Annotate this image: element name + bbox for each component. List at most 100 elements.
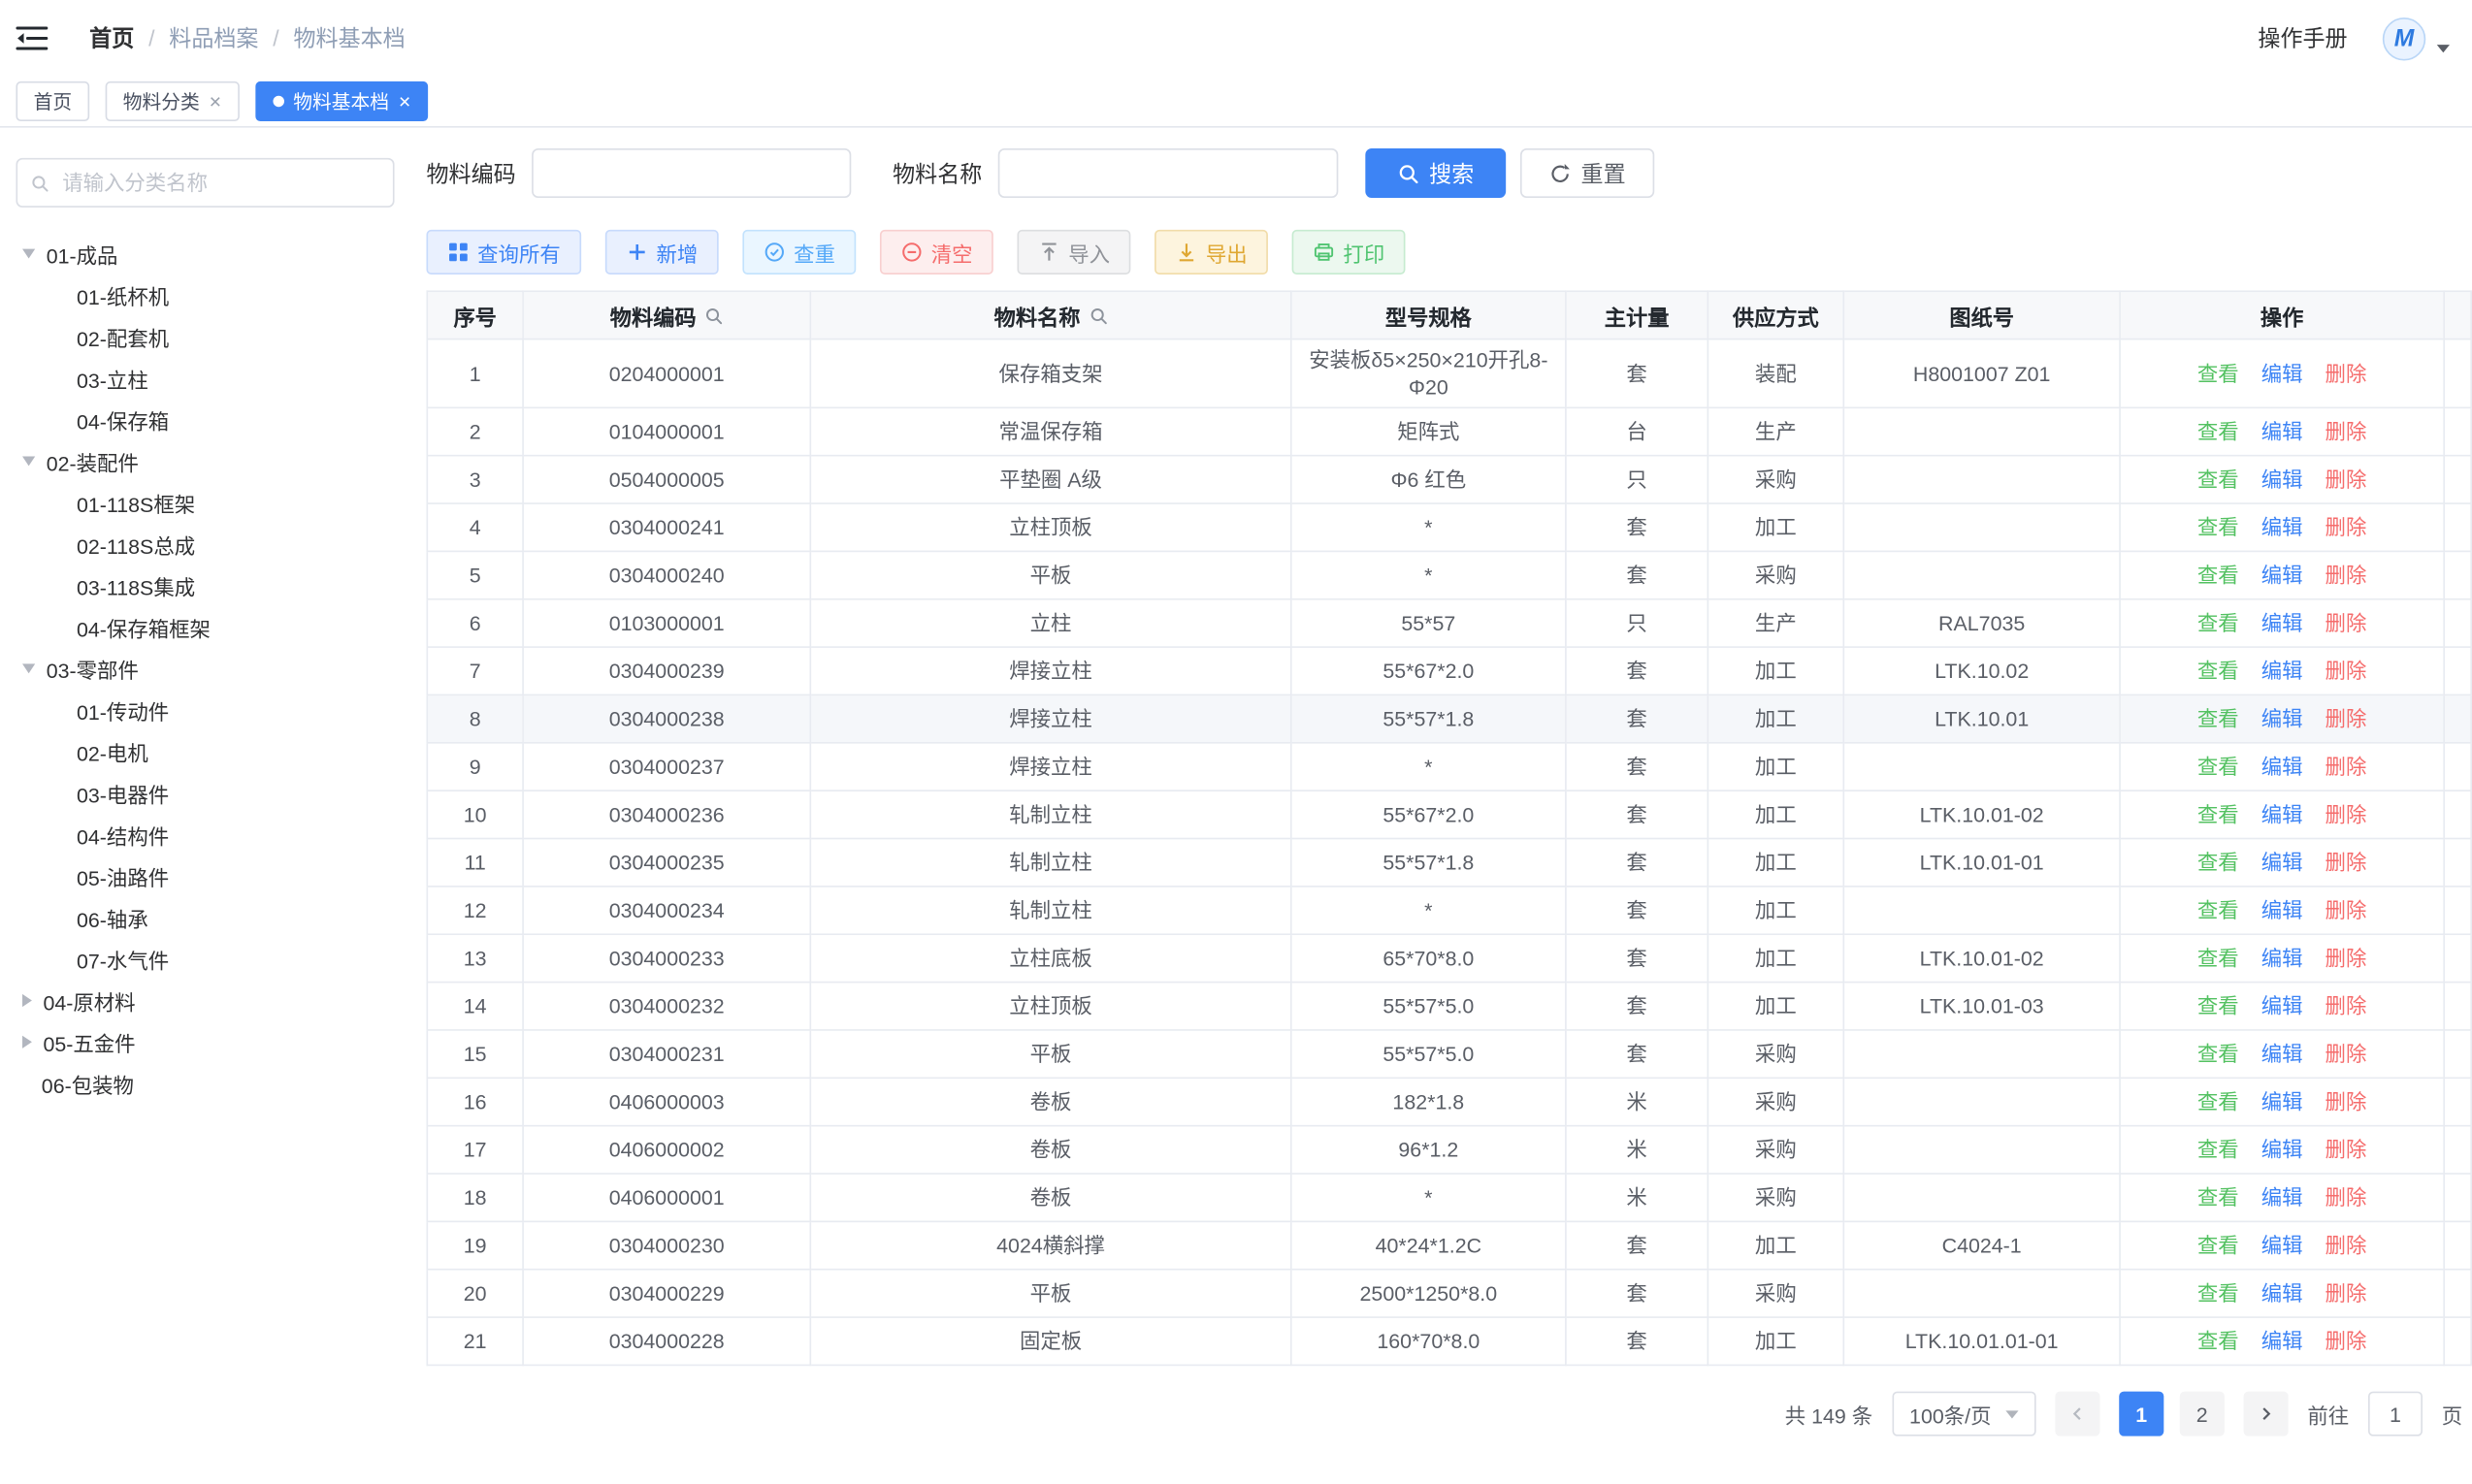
add-button[interactable]: 新增 (605, 230, 719, 274)
avatar[interactable]: M (2383, 16, 2425, 59)
edit-link[interactable]: 编辑 (2261, 659, 2303, 683)
edit-link[interactable]: 编辑 (2261, 803, 2303, 827)
table-row[interactable]: 130304000233立柱底板65*70*8.0套加工LTK.10.01-02… (427, 934, 2471, 982)
breadcrumb-home[interactable]: 首页 (89, 22, 134, 54)
table-row[interactable]: 210304000228固定板160*70*8.0套加工LTK.10.01.01… (427, 1317, 2471, 1365)
view-link[interactable]: 查看 (2197, 947, 2239, 971)
delete-link[interactable]: 删除 (2326, 1281, 2367, 1306)
edit-link[interactable]: 编辑 (2261, 611, 2303, 635)
caret-down-icon[interactable] (22, 663, 35, 673)
edit-link[interactable]: 编辑 (2261, 362, 2303, 386)
table-row[interactable]: 170406000002卷板96*1.2米采购查看编辑删除 (427, 1126, 2471, 1174)
view-link[interactable]: 查看 (2197, 994, 2239, 1018)
view-link[interactable]: 查看 (2197, 755, 2239, 779)
goto-page-input[interactable] (2368, 1392, 2423, 1436)
delete-link[interactable]: 删除 (2326, 898, 2367, 922)
delete-link[interactable]: 删除 (2326, 707, 2367, 731)
search-icon[interactable] (1089, 306, 1108, 325)
edit-link[interactable]: 编辑 (2261, 994, 2303, 1018)
delete-link[interactable]: 删除 (2326, 420, 2367, 444)
table-row[interactable]: 90304000237焊接立柱*套加工查看编辑删除 (427, 743, 2471, 790)
tab-material-master[interactable]: 物料基本档 × (255, 81, 429, 121)
delete-link[interactable]: 删除 (2326, 1042, 2367, 1066)
tree-node-child[interactable]: 02-配套机 (16, 316, 394, 358)
edit-link[interactable]: 编辑 (2261, 1185, 2303, 1210)
view-link[interactable]: 查看 (2197, 1138, 2239, 1162)
tab-material-category[interactable]: 物料分类 × (106, 81, 240, 121)
table-row[interactable]: 200304000229平板2500*1250*8.0套采购查看编辑删除 (427, 1270, 2471, 1317)
delete-link[interactable]: 删除 (2326, 1234, 2367, 1258)
delete-link[interactable]: 删除 (2326, 851, 2367, 875)
table-row[interactable]: 50304000240平板*套采购查看编辑删除 (427, 551, 2471, 598)
edit-link[interactable]: 编辑 (2261, 515, 2303, 539)
page-size-select[interactable]: 100条/页 (1892, 1392, 2036, 1436)
edit-link[interactable]: 编辑 (2261, 1281, 2303, 1306)
view-link[interactable]: 查看 (2197, 420, 2239, 444)
caret-down-icon[interactable] (22, 457, 35, 467)
tree-node-child[interactable]: 01-传动件 (16, 690, 394, 731)
tree-node[interactable]: 02-装配件 (16, 440, 394, 482)
tree-node-child[interactable]: 03-立柱 (16, 358, 394, 400)
table-row[interactable]: 70304000239焊接立柱55*67*2.0套加工LTK.10.02查看编辑… (427, 647, 2471, 694)
close-icon[interactable]: × (210, 91, 221, 112)
tree-node-child[interactable]: 04-保存箱框架 (16, 606, 394, 648)
table-row[interactable]: 60103000001立柱55*57只生产RAL7035查看编辑删除 (427, 599, 2471, 647)
table-row[interactable]: 140304000232立柱顶板55*57*5.0套加工LTK.10.01-03… (427, 983, 2471, 1030)
delete-link[interactable]: 删除 (2326, 947, 2367, 971)
edit-link[interactable]: 编辑 (2261, 755, 2303, 779)
caret-right-icon[interactable] (22, 994, 32, 1007)
delete-link[interactable]: 删除 (2326, 611, 2367, 635)
tab-home[interactable]: 首页 (16, 81, 89, 121)
page-button-1[interactable]: 1 (2119, 1392, 2163, 1436)
search-button[interactable]: 搜索 (1365, 148, 1506, 198)
tree-node[interactable]: 05-五金件 (16, 1021, 394, 1063)
view-link[interactable]: 查看 (2197, 707, 2239, 731)
view-link[interactable]: 查看 (2197, 468, 2239, 492)
material-name-input[interactable] (998, 148, 1339, 198)
close-icon[interactable]: × (399, 91, 410, 112)
material-code-input[interactable] (532, 148, 851, 198)
edit-link[interactable]: 编辑 (2261, 468, 2303, 492)
tree-node-child[interactable]: 05-油路件 (16, 855, 394, 897)
table-row[interactable]: 10204000001保存箱支架安装板δ5×250×210开孔8-Φ20套装配H… (427, 339, 2471, 408)
tree-node-child[interactable]: 01-118S框架 (16, 482, 394, 524)
next-page-button[interactable] (2244, 1392, 2289, 1436)
edit-link[interactable]: 编辑 (2261, 1138, 2303, 1162)
view-link[interactable]: 查看 (2197, 362, 2239, 386)
tree-node-child[interactable]: 06-轴承 (16, 897, 394, 939)
edit-link[interactable]: 编辑 (2261, 420, 2303, 444)
delete-link[interactable]: 删除 (2326, 755, 2367, 779)
category-search-input[interactable] (59, 169, 380, 196)
tree-node[interactable]: 01-成品 (16, 233, 394, 274)
delete-link[interactable]: 删除 (2326, 1329, 2367, 1353)
user-menu-caret-icon[interactable] (2437, 44, 2450, 51)
table-row[interactable]: 110304000235轧制立柱55*57*1.8套加工LTK.10.01-01… (427, 839, 2471, 887)
tree-node-child[interactable]: 02-电机 (16, 730, 394, 772)
delete-link[interactable]: 删除 (2326, 659, 2367, 683)
delete-link[interactable]: 删除 (2326, 1185, 2367, 1210)
delete-link[interactable]: 删除 (2326, 994, 2367, 1018)
view-link[interactable]: 查看 (2197, 1185, 2239, 1210)
view-link[interactable]: 查看 (2197, 1090, 2239, 1114)
tree-node-child[interactable]: 04-保存箱 (16, 399, 394, 440)
search-icon[interactable] (704, 306, 724, 325)
tree-node-child[interactable]: 07-水气件 (16, 938, 394, 980)
caret-right-icon[interactable] (22, 1036, 32, 1048)
delete-link[interactable]: 删除 (2326, 1138, 2367, 1162)
view-link[interactable]: 查看 (2197, 898, 2239, 922)
tree-node-child[interactable]: 04-结构件 (16, 814, 394, 855)
edit-link[interactable]: 编辑 (2261, 1329, 2303, 1353)
table-row[interactable]: 1903040002304024横斜撑40*24*1.2C套加工C4024-1查… (427, 1221, 2471, 1269)
edit-link[interactable]: 编辑 (2261, 707, 2303, 731)
tree-node[interactable]: 03-零部件 (16, 648, 394, 690)
col-name[interactable]: 物料名称 (810, 291, 1290, 339)
view-link[interactable]: 查看 (2197, 803, 2239, 827)
table-row[interactable]: 40304000241立柱顶板*套加工查看编辑删除 (427, 503, 2471, 551)
view-link[interactable]: 查看 (2197, 1329, 2239, 1353)
view-link[interactable]: 查看 (2197, 611, 2239, 635)
view-link[interactable]: 查看 (2197, 1281, 2239, 1306)
edit-link[interactable]: 编辑 (2261, 1042, 2303, 1066)
delete-link[interactable]: 删除 (2326, 362, 2367, 386)
tree-node-child[interactable]: 03-118S集成 (16, 565, 394, 606)
view-link[interactable]: 查看 (2197, 851, 2239, 875)
